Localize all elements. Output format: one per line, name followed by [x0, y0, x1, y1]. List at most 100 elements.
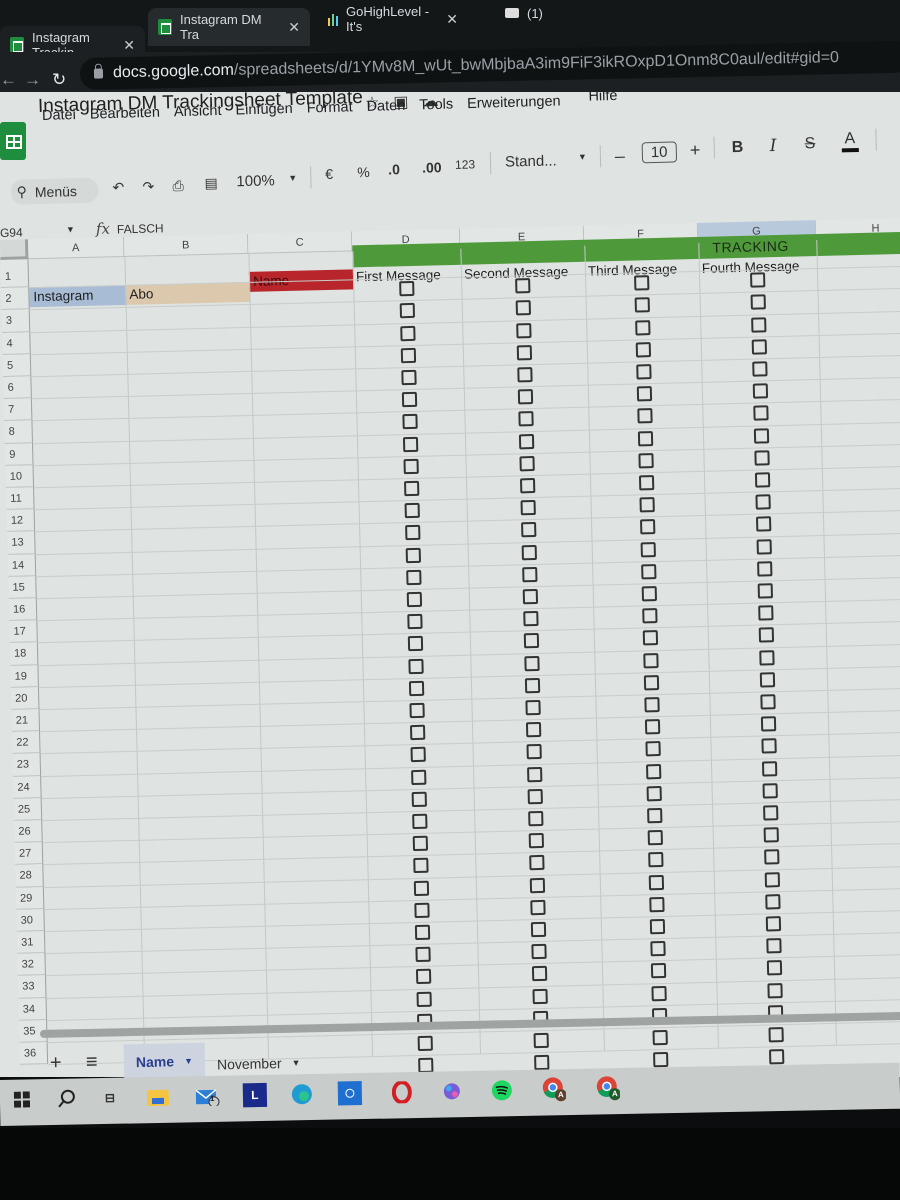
checkbox-e29[interactable]: [529, 877, 546, 893]
close-tab-icon[interactable]: ✕: [288, 19, 300, 36]
browser-tab-instagram-dm[interactable]: Instagram DM Tra ✕: [148, 8, 310, 46]
checkbox-d17[interactable]: [407, 613, 423, 630]
checkbox-g26[interactable]: [763, 805, 779, 821]
select-all-corner[interactable]: [0, 239, 29, 260]
name-box[interactable]: G94: [0, 225, 23, 240]
checkbox-e32[interactable]: [531, 944, 547, 960]
checkbox-g3[interactable]: [750, 294, 766, 311]
close-tab-icon[interactable]: ✕: [446, 11, 458, 28]
checkbox-f28[interactable]: [648, 852, 664, 868]
checkbox-e6[interactable]: [517, 367, 533, 383]
checkbox-g9[interactable]: [753, 427, 770, 444]
checkbox-f30[interactable]: [649, 896, 665, 913]
checkbox-d20[interactable]: [408, 680, 425, 696]
checkbox-f32[interactable]: [650, 941, 666, 957]
checkbox-g15[interactable]: [757, 561, 773, 577]
row-header-17[interactable]: 17: [9, 620, 38, 644]
checkbox-e31[interactable]: [530, 921, 547, 938]
checkbox-g31[interactable]: [765, 916, 782, 932]
checkbox-e5[interactable]: [516, 344, 533, 361]
checkbox-g8[interactable]: [753, 405, 769, 422]
undo-icon[interactable]: ↶: [112, 179, 124, 196]
row-header-28[interactable]: 28: [15, 864, 44, 888]
checkbox-e20[interactable]: [524, 677, 541, 694]
checkbox-d4[interactable]: [400, 325, 416, 341]
percent-format-button[interactable]: %: [357, 164, 370, 180]
spreadsheet-grid[interactable]: ABCDEFGH 1 2 3 4 5 6 7 8 9 10 11 12 13 14 15 16 17 18 19 20…: [0, 217, 900, 1074]
checkbox-f14[interactable]: [640, 541, 656, 558]
checkbox-e28[interactable]: [529, 855, 545, 871]
checkbox-f9[interactable]: [637, 430, 654, 447]
checkbox-f22[interactable]: [644, 719, 661, 735]
zoom-caret-icon[interactable]: ▼: [288, 173, 297, 183]
menu-format[interactable]: Format: [304, 97, 354, 118]
checkbox-f29[interactable]: [648, 874, 665, 890]
checkbox-d15[interactable]: [406, 569, 422, 585]
checkbox-g2[interactable]: [750, 272, 766, 288]
checkbox-g6[interactable]: [752, 361, 768, 377]
checkbox-e2[interactable]: [515, 278, 531, 294]
checkbox-g30[interactable]: [765, 893, 781, 910]
row-header-34[interactable]: 34: [18, 997, 48, 1021]
checkbox-g17[interactable]: [758, 605, 774, 621]
row-header-5[interactable]: 5: [2, 354, 32, 377]
menu-hilfe[interactable]: Hilfe: [586, 86, 620, 107]
checkbox-d34[interactable]: [416, 991, 432, 1007]
chevron-down-icon[interactable]: ▼: [184, 1056, 193, 1066]
checkbox-d22[interactable]: [409, 724, 426, 741]
checkbox-d28[interactable]: [413, 858, 429, 874]
checkbox-g4[interactable]: [751, 316, 767, 333]
checkbox-f12[interactable]: [639, 497, 655, 513]
decrease-font-size-button[interactable]: –: [615, 146, 626, 167]
reload-icon[interactable]: ↻: [52, 70, 66, 90]
checkbox-e16[interactable]: [522, 588, 539, 605]
checkbox-g32[interactable]: [766, 938, 782, 954]
checkbox-f8[interactable]: [637, 408, 653, 424]
checkbox-d33[interactable]: [415, 969, 432, 985]
checkbox-d14[interactable]: [405, 547, 422, 563]
checkbox-f17[interactable]: [642, 608, 658, 624]
row-header-29[interactable]: 29: [15, 886, 45, 910]
sheet-tab-name[interactable]: Name ▼: [123, 1042, 206, 1081]
checkbox-e24[interactable]: [527, 766, 543, 782]
row-header-22[interactable]: 22: [12, 731, 41, 755]
checkbox-d27[interactable]: [412, 835, 429, 852]
row-header-19[interactable]: 19: [10, 664, 39, 688]
row-header-26[interactable]: 26: [14, 820, 43, 844]
all-sheets-button[interactable]: ≡: [86, 1051, 98, 1074]
checkbox-e12[interactable]: [520, 500, 536, 516]
row-header-18[interactable]: 18: [9, 642, 39, 666]
checkbox-d12[interactable]: [404, 503, 420, 519]
checkbox-f3[interactable]: [634, 297, 650, 313]
menu-ansicht[interactable]: Ansicht: [172, 101, 224, 122]
checkbox-g25[interactable]: [762, 782, 778, 799]
checkbox-g12[interactable]: [755, 494, 771, 510]
header-cell-instagram[interactable]: Instagram: [29, 285, 126, 308]
row-header-24[interactable]: 24: [13, 775, 42, 799]
checkbox-g11[interactable]: [754, 472, 771, 488]
increase-decimals-button[interactable]: .00: [422, 159, 442, 175]
checkbox-f20[interactable]: [643, 674, 660, 691]
row-header-20[interactable]: 20: [10, 686, 40, 710]
checkbox-e13[interactable]: [521, 522, 537, 538]
checkbox-g10[interactable]: [754, 450, 770, 466]
row-header-6[interactable]: 6: [3, 376, 32, 400]
row-header-30[interactable]: 30: [16, 908, 45, 932]
checkbox-f4[interactable]: [635, 319, 651, 336]
row-header-10[interactable]: 10: [5, 465, 35, 488]
row-header-8[interactable]: 8: [4, 420, 33, 444]
row-header-23[interactable]: 23: [12, 753, 42, 777]
checkbox-g34[interactable]: [767, 982, 783, 999]
opera-icon[interactable]: [390, 1080, 414, 1104]
checkbox-d16[interactable]: [406, 591, 423, 608]
checkbox-d24[interactable]: [411, 769, 427, 785]
checkbox-d31[interactable]: [414, 924, 431, 941]
row-header-2[interactable]: 2: [1, 287, 30, 311]
checkbox-e14[interactable]: [521, 544, 537, 560]
menu-tools[interactable]: Tools: [417, 94, 455, 115]
checkbox-e27[interactable]: [528, 833, 545, 849]
checkbox-g28[interactable]: [764, 849, 780, 865]
row-header-33[interactable]: 33: [17, 975, 47, 999]
checkbox-g33[interactable]: [766, 960, 783, 976]
checkbox-f31[interactable]: [649, 918, 666, 935]
